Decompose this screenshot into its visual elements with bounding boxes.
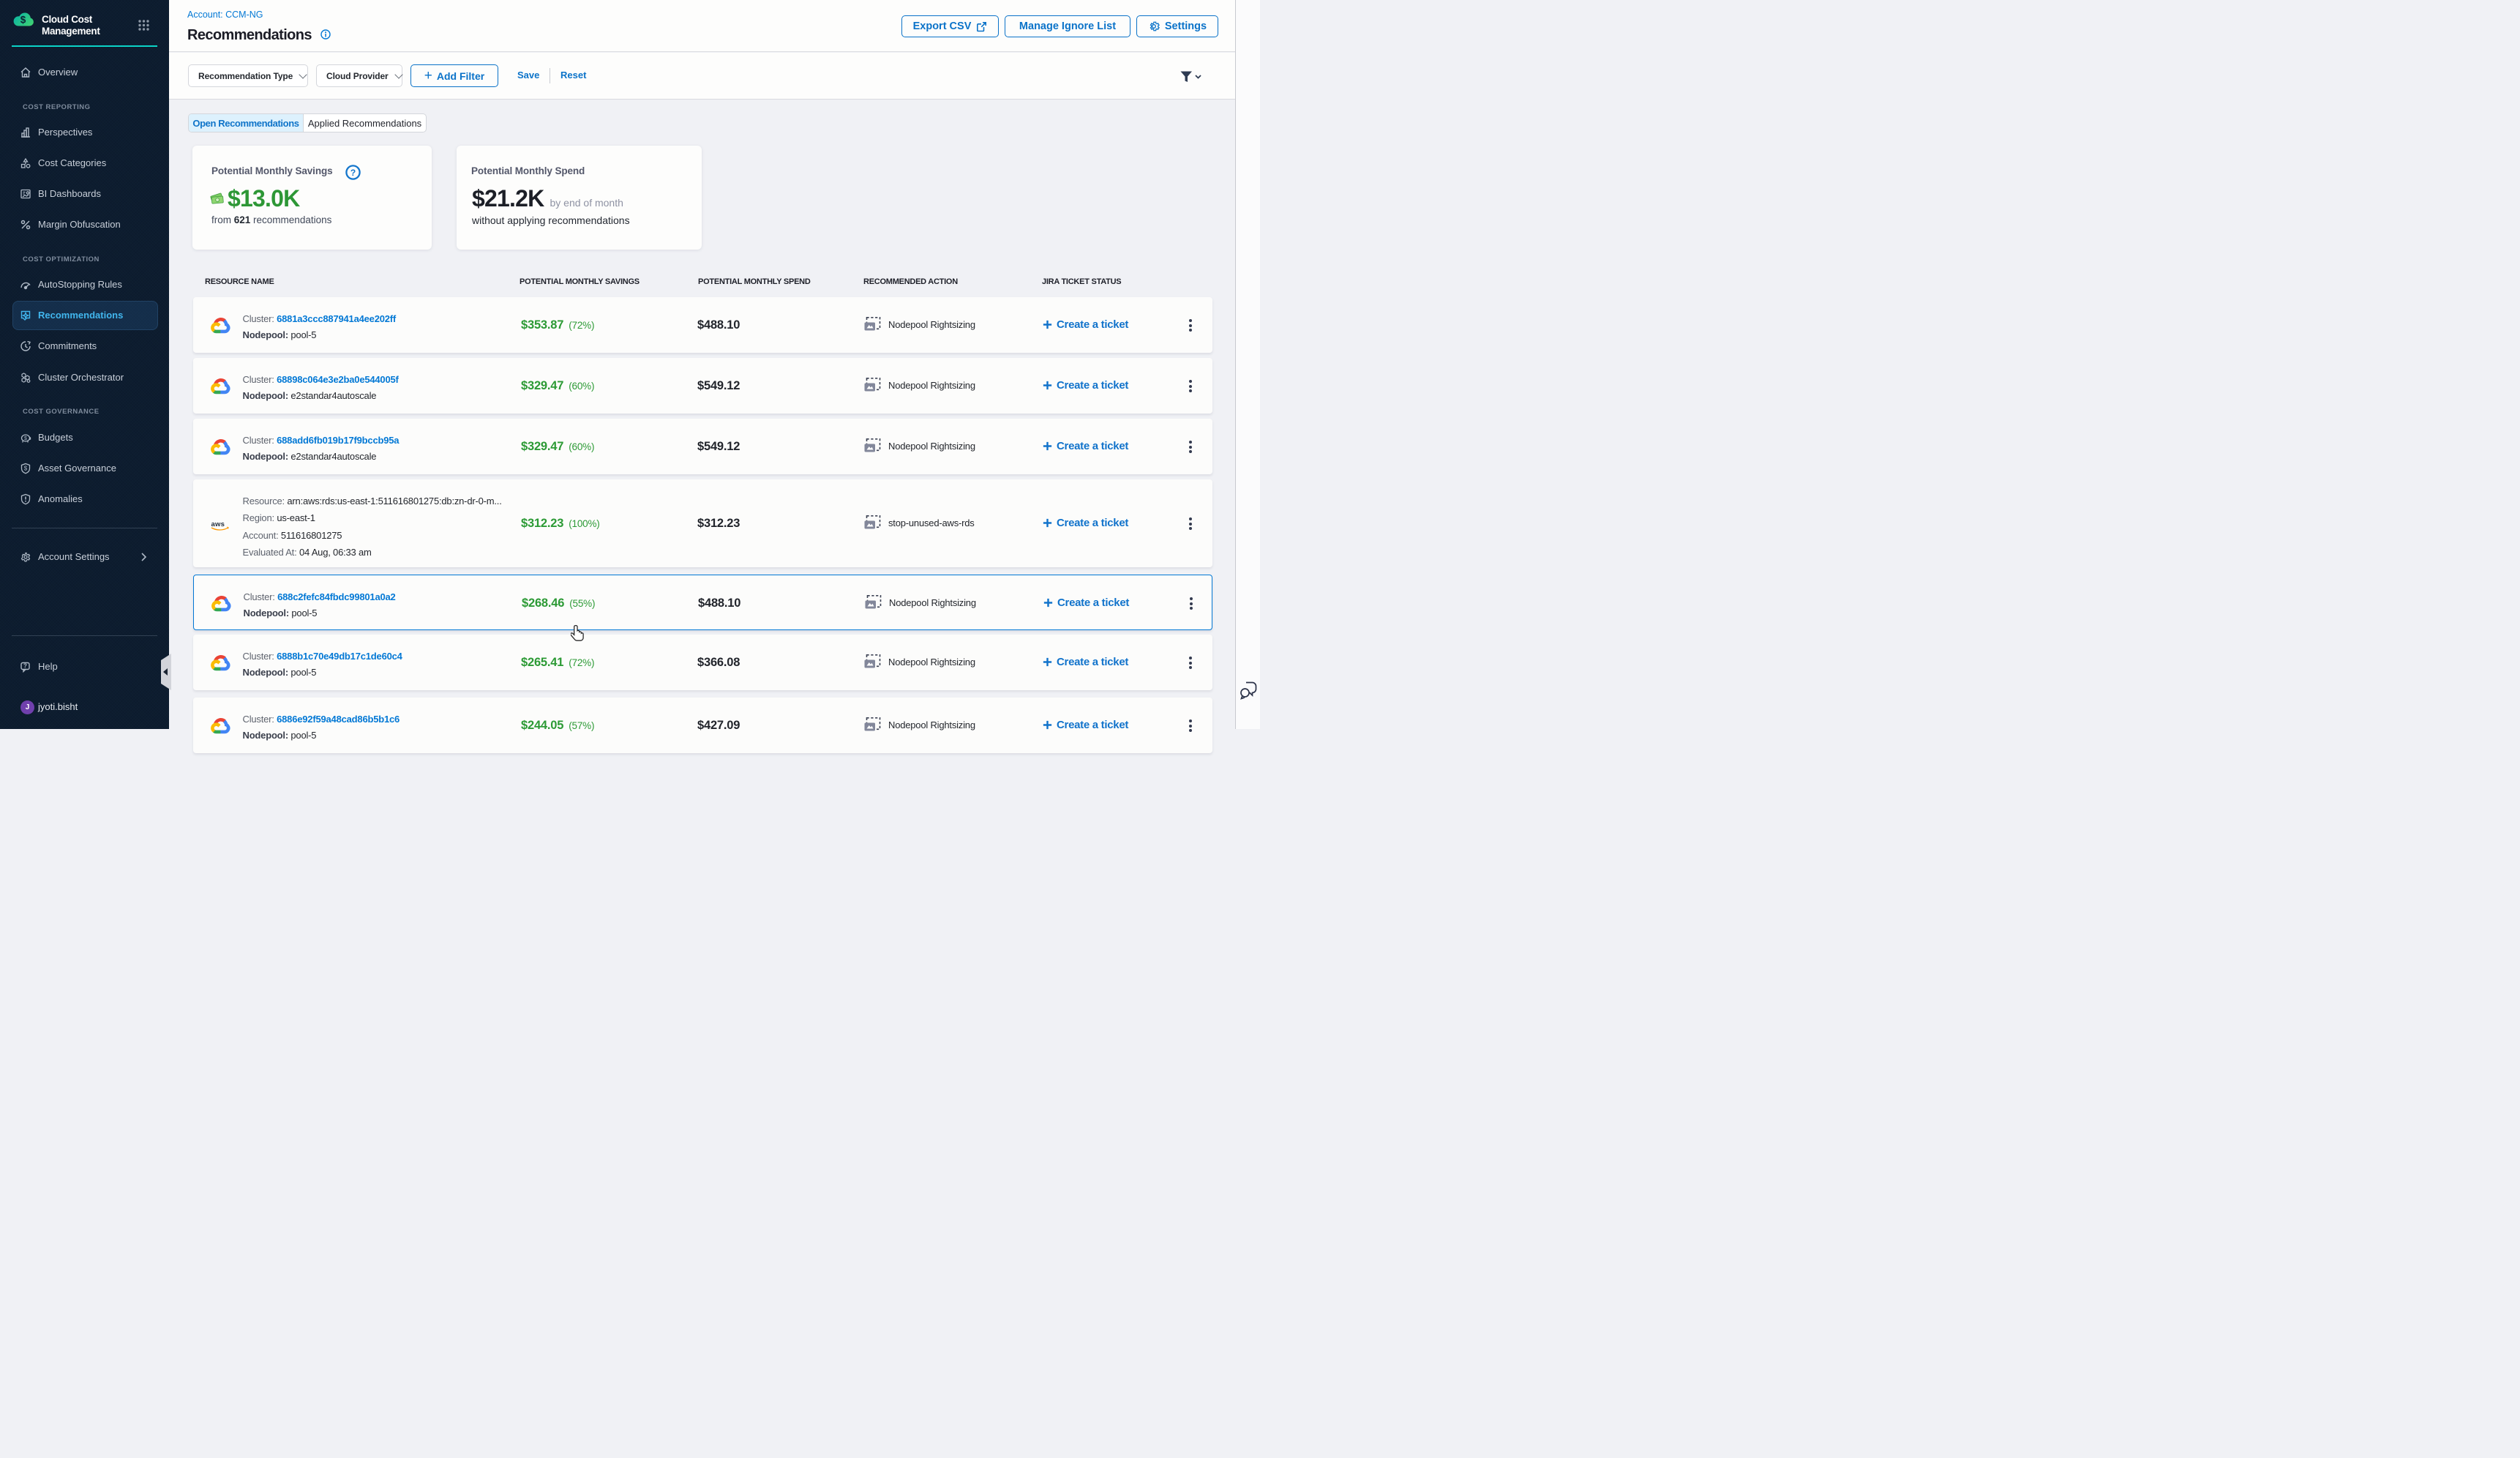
svg-text:$: $ (24, 465, 28, 471)
svg-text:?: ? (350, 168, 356, 178)
svg-text:?: ? (23, 662, 27, 669)
svg-text:aws: aws (211, 520, 225, 528)
svg-text:$: $ (20, 15, 26, 26)
svg-text:$: $ (24, 436, 27, 441)
